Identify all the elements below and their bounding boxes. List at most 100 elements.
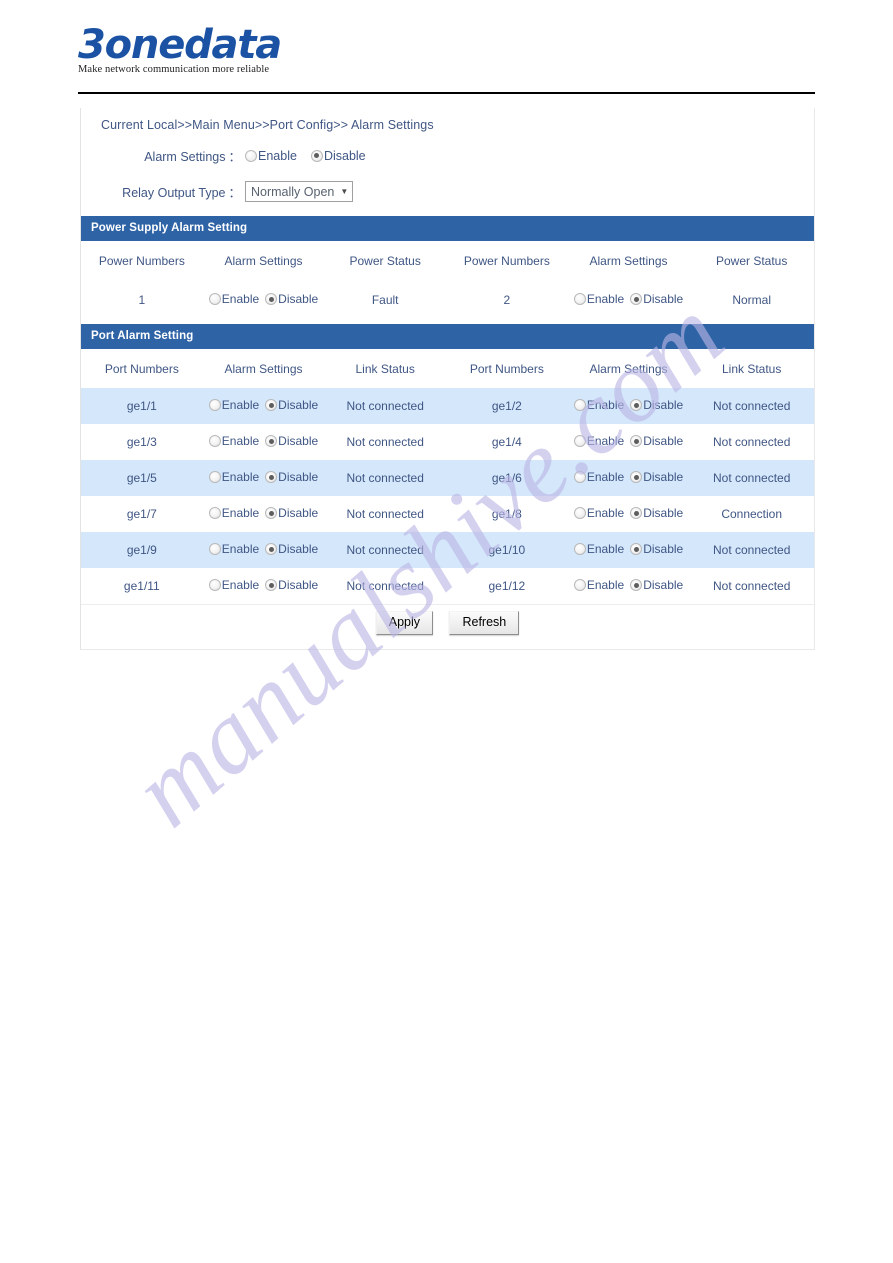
port-alarm-left: Enable Disable [203,496,325,532]
power-col-alarm-right: Alarm Settings [589,254,668,268]
alarm-disable-radio[interactable] [310,149,323,162]
portge111-disable-radio[interactable] [265,579,278,591]
port-link-status-right: Not connected [712,435,791,449]
portge13-enable-radio[interactable] [208,435,221,447]
portge15-disable-radio[interactable] [265,471,278,483]
portge15-enable-radio[interactable] [208,471,221,483]
portge14-enable-radio[interactable] [573,435,586,447]
relay-output-row: Relay Output Type： Normally Open ▼ [81,181,814,202]
portge17-enable-radio[interactable] [208,507,221,519]
portge16-disable-label: Disable [643,470,684,484]
portge19-disable-option[interactable]: Disable [265,542,318,556]
port-link-status-right: Not connected [689,460,814,496]
portge110-disable-option[interactable]: Disable [630,542,683,556]
apply-button[interactable]: Apply [375,611,434,635]
portge13-disable-radio[interactable] [265,435,278,447]
table-row: ge1/3 Enable Disable Not connected ge1/4 Enab… [81,424,814,460]
portge12-disable-label: Disable [643,398,684,412]
port-number-right: ge1/12 [488,579,526,593]
port-link-status-right: Not connected [689,532,814,568]
port-alarm-left: Enable Disable [202,460,325,496]
port-link-status-right: Connection [721,507,783,521]
port-alarm-right: Enable Disable [567,460,690,496]
power2-disable-radio[interactable] [630,293,643,305]
portge19-enable-radio[interactable] [208,543,221,555]
power1-enable-option[interactable]: Enable [208,292,260,306]
power2-enable-option[interactable]: Enable [573,292,624,306]
portge19-disable-radio[interactable] [265,543,278,555]
portge12-enable-option[interactable]: Enable [573,398,624,412]
power-alarm-left: Enable Disable [203,280,325,324]
portge18-disable-radio[interactable] [630,507,643,519]
table-row: ge1/11 Enable Disable Not connected ge1/12 En… [81,568,814,604]
port-link-status-left: Not connected [346,435,424,449]
table-header-row: Power Numbers Alarm Settings Power Statu… [81,241,814,280]
portge14-disable-radio[interactable] [630,435,643,447]
portge11-disable-label: Disable [278,398,319,412]
port-col-link-left: Link Status [355,362,415,376]
portge111-enable-radio[interactable] [208,579,221,591]
alarm-disable-option[interactable]: Disable [310,148,366,163]
portge15-disable-option[interactable]: Disable [265,470,318,484]
portge18-disable-option[interactable]: Disable [630,506,683,520]
portge14-disable-option[interactable]: Disable [630,434,683,448]
power1-enable-radio[interactable] [208,293,221,305]
portge16-disable-option[interactable]: Disable [630,470,683,484]
power1-enable-label: Enable [221,292,260,306]
portge12-disable-radio[interactable] [630,399,643,411]
power-status-left: Fault [371,293,399,307]
portge11-disable-option[interactable]: Disable [265,398,318,412]
portge11-enable-option[interactable]: Enable [208,398,259,412]
alarm-disable-label: Disable [323,148,366,163]
power2-disable-option[interactable]: Disable [630,292,683,306]
power2-enable-radio[interactable] [573,293,586,305]
power-alarm-table: Power Numbers Alarm Settings Power Statu… [81,241,814,324]
portge110-disable-radio[interactable] [630,543,643,555]
portge19-enable-option[interactable]: Enable [208,542,260,556]
portge18-enable-radio[interactable] [573,507,586,519]
power1-disable-option[interactable]: Disable [265,292,318,306]
table-row: ge1/5 Enable Disable Not connected ge1/6 Enab… [81,460,814,496]
portge13-disable-label: Disable [278,434,319,448]
power-number-right: 2 [503,293,511,307]
portge16-disable-radio[interactable] [630,471,643,483]
power-col-number-left: Power Numbers [98,254,185,268]
alarm-enable-radio[interactable] [245,149,257,162]
portge13-enable-option[interactable]: Enable [208,434,259,448]
portge15-enable-option[interactable]: Enable [208,470,260,484]
portge17-disable-option[interactable]: Disable [265,506,318,520]
refresh-button[interactable]: Refresh [449,611,520,635]
portge112-disable-option[interactable]: Disable [630,578,683,592]
portge15-enable-label: Enable [221,470,260,484]
port-alarm-left: Enable Disable [202,532,325,568]
port-number-right: ge1/6 [446,460,568,496]
portge13-disable-option[interactable]: Disable [265,434,318,448]
alarm-settings-row: Alarm Settings： Enable Disable [81,146,814,165]
portge112-enable-option[interactable]: Enable [573,578,624,592]
portge12-enable-radio[interactable] [573,399,586,411]
portge111-disable-option[interactable]: Disable [265,578,318,592]
portge16-enable-radio[interactable] [573,471,586,483]
port-col-number-left: Port Numbers [104,362,179,376]
portge17-enable-option[interactable]: Enable [208,506,259,520]
alarm-enable-option[interactable]: Enable [245,149,297,163]
portge110-enable-option[interactable]: Enable [573,542,624,556]
action-button-row: Apply Refresh [81,604,814,649]
portge11-disable-radio[interactable] [265,399,278,411]
portge18-enable-option[interactable]: Enable [573,506,624,520]
portge112-enable-radio[interactable] [573,579,586,591]
portge110-enable-radio[interactable] [573,543,586,555]
portge112-disable-radio[interactable] [630,579,643,591]
portge111-enable-option[interactable]: Enable [208,578,259,592]
table-row: ge1/1 Enable Disable Not connected ge1/2 Enab… [81,388,814,424]
portge11-enable-radio[interactable] [208,399,221,411]
portge17-disable-radio[interactable] [265,507,278,519]
portge19-enable-label: Enable [221,542,260,556]
relay-output-select[interactable]: Normally Open ▼ [245,181,354,202]
portge14-enable-label: Enable [586,434,625,448]
portge16-enable-option[interactable]: Enable [573,470,624,484]
alarm-settings-label: Alarm Settings： [144,150,241,164]
portge12-disable-option[interactable]: Disable [630,398,683,412]
power1-disable-radio[interactable] [265,293,278,305]
portge14-enable-option[interactable]: Enable [573,434,625,448]
